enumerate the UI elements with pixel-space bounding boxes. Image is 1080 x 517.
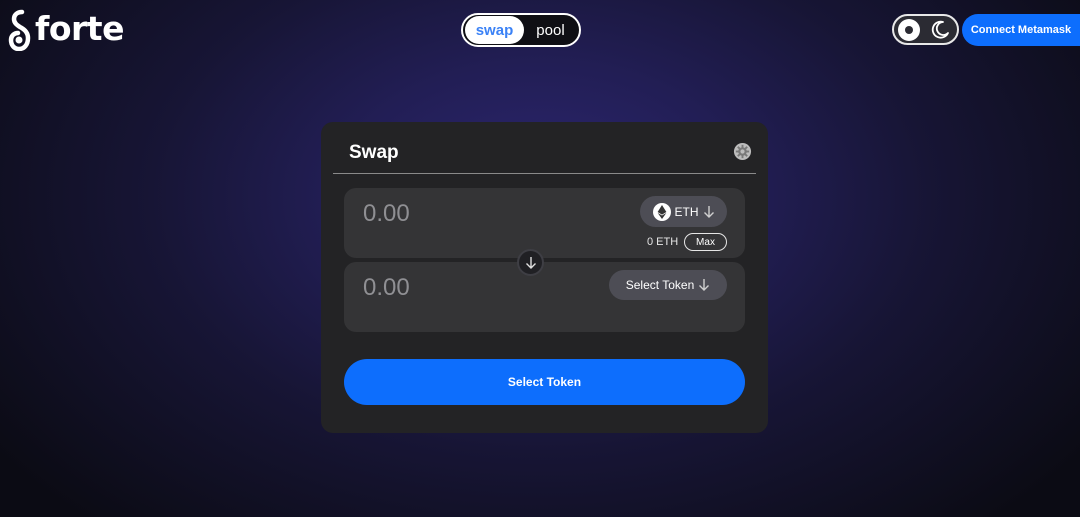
connect-metamask-button[interactable]: Connect Metamask	[962, 14, 1080, 46]
brand-logo[interactable]: forte	[8, 8, 124, 52]
from-token-label: ETH	[674, 204, 699, 219]
swap-card: Swap 0.00 ETH 0 ETH Max 0.00 Select Toke…	[321, 122, 768, 433]
max-button[interactable]: Max	[684, 233, 727, 251]
sun-icon	[898, 18, 920, 41]
to-amount-input[interactable]: 0.00	[363, 274, 410, 302]
switch-direction-button[interactable]	[517, 249, 544, 276]
tab-swap[interactable]: swap	[465, 16, 524, 44]
forte-logo-icon	[8, 9, 31, 51]
tab-pool[interactable]: pool	[524, 16, 577, 44]
from-balance: 0 ETH	[647, 236, 679, 248]
gear-icon[interactable]	[733, 142, 752, 161]
swap-to-panel: 0.00 Select Token	[344, 262, 745, 332]
chevron-down-icon	[698, 278, 710, 292]
arrow-down-icon	[525, 256, 536, 269]
nav-toggle: swap pool	[461, 13, 581, 47]
to-token-selector[interactable]: Select Token	[609, 270, 727, 300]
page-title: Swap	[349, 142, 399, 163]
moon-icon	[927, 17, 953, 43]
select-token-button[interactable]: Select Token	[344, 359, 745, 405]
chevron-down-icon	[703, 205, 715, 219]
brand-name: forte	[35, 8, 124, 48]
to-token-label: Select Token	[625, 278, 695, 292]
from-amount-input[interactable]: 0.00	[363, 200, 410, 228]
theme-toggle[interactable]	[892, 14, 959, 45]
swap-card-header: Swap	[333, 122, 756, 174]
swap-from-panel: 0.00 ETH 0 ETH Max	[344, 188, 745, 258]
ethereum-icon	[652, 202, 671, 221]
from-token-selector[interactable]: ETH	[640, 196, 727, 227]
